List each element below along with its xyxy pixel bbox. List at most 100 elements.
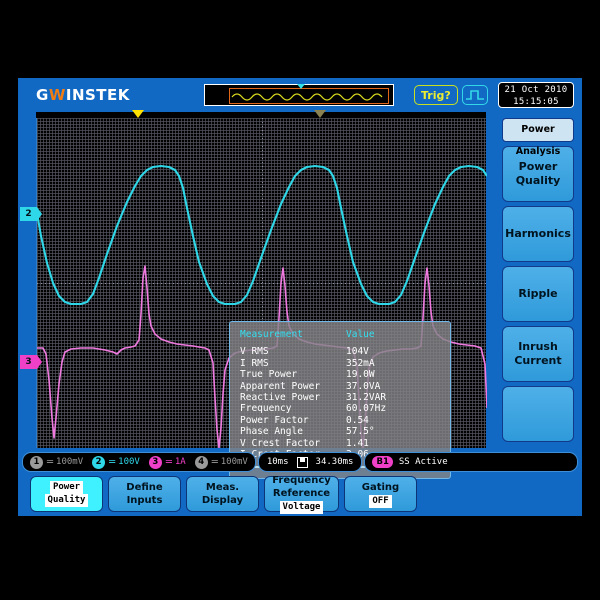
bottom-menu-bar: Power Quality Define Inputs Meas. Displa… — [30, 475, 574, 514]
time-text: 15:15:05 — [513, 97, 559, 107]
channel-1-coupling-icon: ═ — [47, 456, 53, 468]
measurement-value: 19.0W — [346, 369, 375, 381]
channel-2-scale: 100V — [118, 457, 140, 467]
bottom-button-meas-display[interactable]: Meas. Display — [186, 476, 259, 512]
measurement-name: Frequency — [240, 403, 292, 415]
table-row: Power Factor 0.54 — [240, 415, 440, 426]
side-item-line1: Inrush — [518, 340, 558, 353]
table-row: True Power 19.0W — [240, 369, 440, 380]
side-menu-title: Power Analysis — [502, 118, 574, 157]
brand-logo: GWINSTEK — [36, 86, 130, 104]
channel-4-coupling-icon: ═ — [211, 456, 218, 468]
preview-frame — [229, 88, 389, 104]
preview-position-marker-icon — [297, 84, 305, 89]
pulse-icon[interactable] — [462, 85, 488, 105]
table-row: V RMS 104V — [240, 346, 440, 357]
measurement-name: Reactive Power — [240, 392, 321, 404]
sine-wave-preview-icon — [231, 93, 383, 101]
table-row: Phase Angle 57.5° — [240, 426, 440, 437]
button-line2: Quality — [44, 494, 89, 507]
channel-1-setting[interactable]: 1 ═ 100mV — [27, 455, 86, 469]
table-row: V Crest Factor 1.41 — [240, 438, 440, 449]
waveform-overview-preview[interactable] — [204, 84, 394, 106]
bottom-button-frequency-reference[interactable]: Frequency Reference Voltage — [264, 475, 339, 514]
measurement-table-header: Measurement Value — [240, 329, 440, 340]
button-value: OFF — [369, 494, 392, 508]
table-row: Apparent Power 37.0VA — [240, 381, 440, 392]
expansion-point-marker-icon[interactable] — [314, 110, 326, 118]
measurement-name: V Crest Factor — [240, 437, 321, 449]
measurement-value: 37.0VA — [346, 380, 381, 392]
channel-2-setting[interactable]: 2 ═ 100V — [89, 455, 143, 469]
channel-2-coupling-icon: ═ — [109, 456, 115, 468]
button-value: Voltage — [279, 501, 324, 514]
measurement-name: Phase Angle — [240, 426, 303, 438]
measurement-name: Power Factor — [240, 414, 309, 426]
floppy-icon — [296, 456, 308, 468]
button-line1: Gating — [361, 481, 400, 493]
datetime-display: 21 Oct 2010 15:15:05 — [498, 82, 574, 108]
side-item-line1: Ripple — [518, 287, 558, 300]
table-row: I RMS 352mA — [240, 358, 440, 369]
side-item-line1: Harmonics — [505, 227, 571, 240]
channel-2-position-marker[interactable]: 2 — [20, 207, 42, 221]
trigger-position-value: 34.30ms — [315, 457, 354, 467]
logo-accent: W — [48, 86, 66, 104]
channel-3-position-marker[interactable]: 3 — [20, 355, 42, 369]
side-menu-item-inrush-current[interactable]: Inrush Current — [502, 326, 574, 382]
measurement-value: 104V — [346, 346, 369, 358]
bottom-button-gating[interactable]: Gating OFF — [344, 476, 417, 512]
header-measurement: Measurement — [240, 329, 303, 340]
channel-3-setting[interactable]: 3 ═ 1A — [146, 455, 189, 469]
side-menu: Power Analysis Power Quality Harmonics R… — [502, 118, 574, 448]
button-line1: Define — [126, 482, 163, 493]
measurement-value: 352mA — [346, 357, 375, 369]
bus-status-text: SS Active — [398, 457, 448, 467]
measurement-value: 1.41 — [346, 437, 369, 449]
measurement-value: 0.54 — [346, 414, 369, 426]
channel-1-number: 1 — [30, 455, 43, 469]
side-item-line1: Power — [518, 160, 558, 173]
button-line1: Power — [49, 481, 84, 494]
timebase-value: 10ms — [266, 457, 289, 467]
bottom-button-define-inputs[interactable]: Define Inputs — [108, 476, 181, 512]
bottom-button-power-quality[interactable]: Power Quality — [30, 476, 103, 512]
bus-badge: B1 — [372, 456, 393, 468]
oscilloscope-screen: GWINSTEK Trig? 21 Oct 2010 15:15:05 Meas… — [18, 78, 582, 516]
side-menu-item-ripple[interactable]: Ripple — [502, 266, 574, 322]
button-line2: Inputs — [126, 495, 163, 506]
measurement-name: True Power — [240, 369, 298, 381]
measurement-value: 60.07Hz — [346, 403, 387, 415]
button-line1: Meas. — [205, 482, 240, 493]
button-line1: Frequency — [272, 475, 331, 486]
side-item-line2: Current — [514, 354, 562, 367]
trigger-position-marker-icon[interactable] — [132, 110, 144, 118]
measurement-value: 31.2VAR — [346, 392, 387, 404]
table-row: Reactive Power 31.2VAR — [240, 392, 440, 403]
channel-1-scale: 100mV — [56, 457, 84, 467]
trigger-status-badge[interactable]: Trig? — [414, 85, 458, 105]
side-item-line2: Quality — [515, 174, 561, 187]
channel-2-number: 2 — [92, 455, 106, 469]
button-line2: Reference — [272, 488, 331, 499]
measurement-name: V RMS — [240, 346, 269, 358]
header-value: Value — [346, 329, 375, 340]
side-menu-item-harmonics[interactable]: Harmonics — [502, 206, 574, 262]
channel-4-scale: 100mV — [220, 457, 248, 467]
date-text: 21 Oct 2010 — [504, 85, 568, 95]
waveform-display[interactable]: Measurement Value V RMS 104V I RMS 352mA… — [36, 118, 487, 479]
top-status-bar: GWINSTEK Trig? 21 Oct 2010 15:15:05 — [18, 78, 582, 112]
table-row: Frequency 60.07Hz — [240, 403, 440, 414]
channel-4-number: 4 — [194, 455, 208, 469]
bottom-status-bar: 1 ═ 100mV 2 ═ 100V 3 ═ 1A 4 ═ 100mV 10ms — [22, 452, 578, 472]
bus-status-group[interactable]: B1 SS Active — [364, 452, 578, 472]
channel-settings-group: 1 ═ 100mV 2 ═ 100V 3 ═ 1A 4 ═ 100mV — [22, 452, 256, 472]
measurement-name: I RMS — [240, 357, 269, 369]
channel-4-setting[interactable]: 4 ═ 100mV — [192, 455, 251, 469]
side-menu-item-empty[interactable] — [502, 386, 574, 442]
channel-3-scale: 1A — [174, 457, 186, 467]
measurement-name: Apparent Power — [240, 380, 321, 392]
channel-3-coupling-icon: ═ — [165, 456, 172, 468]
timebase-group[interactable]: 10ms 34.30ms — [257, 452, 363, 472]
button-line2: Display — [201, 495, 244, 506]
